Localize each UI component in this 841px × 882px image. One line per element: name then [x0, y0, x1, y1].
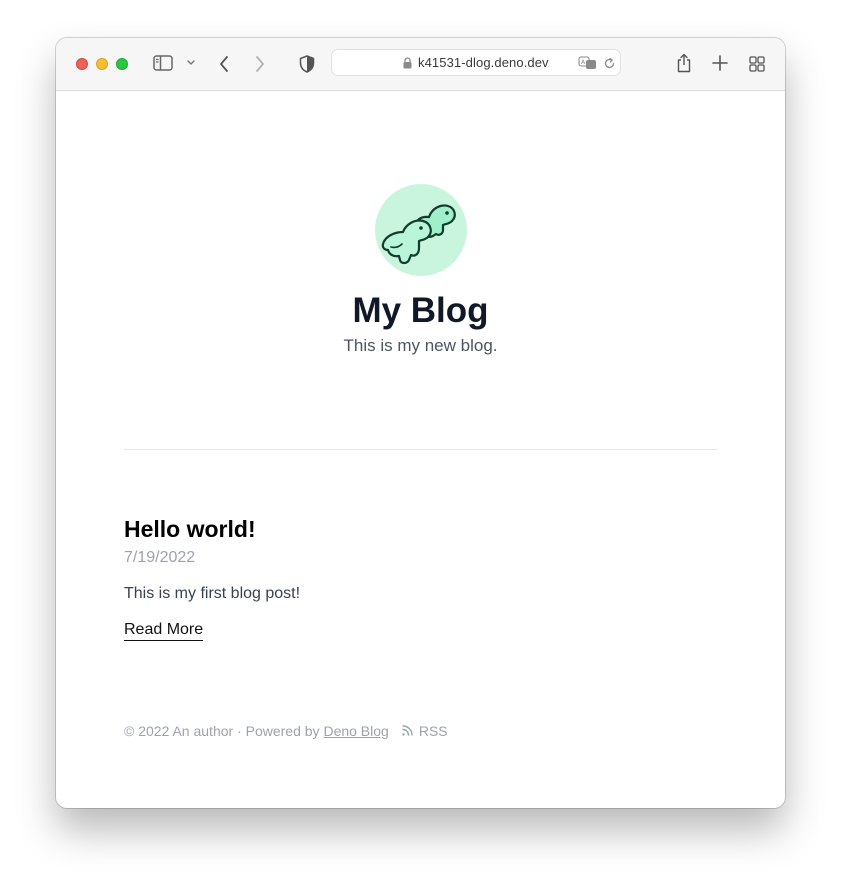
rss-label: RSS	[418, 723, 448, 739]
minimize-window-button[interactable]	[96, 58, 108, 70]
blog-title: My Blog	[352, 291, 489, 330]
back-icon[interactable]	[216, 54, 232, 74]
url-text: k41531-dlog.deno.dev	[418, 55, 549, 70]
page-footer: © 2022 An author · Powered by Deno Blog …	[124, 723, 448, 739]
dinosaur-logo-icon	[381, 204, 456, 265]
chevron-down-icon[interactable]	[185, 57, 197, 69]
footer-copyright: © 2022 An author · Powered by	[124, 723, 324, 739]
rss-link[interactable]: RSS	[401, 723, 448, 739]
divider	[124, 449, 717, 450]
shield-icon[interactable]	[298, 54, 316, 74]
translate-icon[interactable]: A	[578, 56, 598, 70]
post-title[interactable]: Hello world!	[124, 516, 256, 543]
rss-icon	[402, 725, 413, 736]
zoom-window-button[interactable]	[116, 58, 128, 70]
tab-overview-icon[interactable]	[748, 55, 766, 73]
close-window-button[interactable]	[76, 58, 88, 70]
reload-icon[interactable]	[602, 56, 616, 70]
post-snippet: This is my first blog post!	[124, 585, 301, 602]
post-date: 7/19/2022	[124, 549, 196, 566]
forward-icon[interactable]	[252, 54, 268, 74]
read-more-link[interactable]: Read More	[124, 621, 204, 641]
blog-avatar	[375, 184, 467, 276]
address-bar[interactable]: k41531-dlog.deno.dev A	[331, 49, 621, 76]
deno-blog-link[interactable]: Deno Blog	[323, 723, 388, 739]
browser-toolbar: k41531-dlog.deno.dev A	[56, 38, 785, 91]
svg-text:A: A	[581, 59, 586, 66]
blog-description: This is my new blog.	[343, 336, 498, 355]
browser-window: k41531-dlog.deno.dev A My Blog This is m…	[56, 38, 785, 808]
share-icon[interactable]	[675, 52, 693, 74]
lock-icon	[402, 57, 412, 69]
new-tab-icon[interactable]	[711, 54, 729, 72]
sidebar-toggle-icon[interactable]	[152, 54, 174, 72]
page-content: My Blog This is my new blog. Hello world…	[56, 91, 785, 808]
